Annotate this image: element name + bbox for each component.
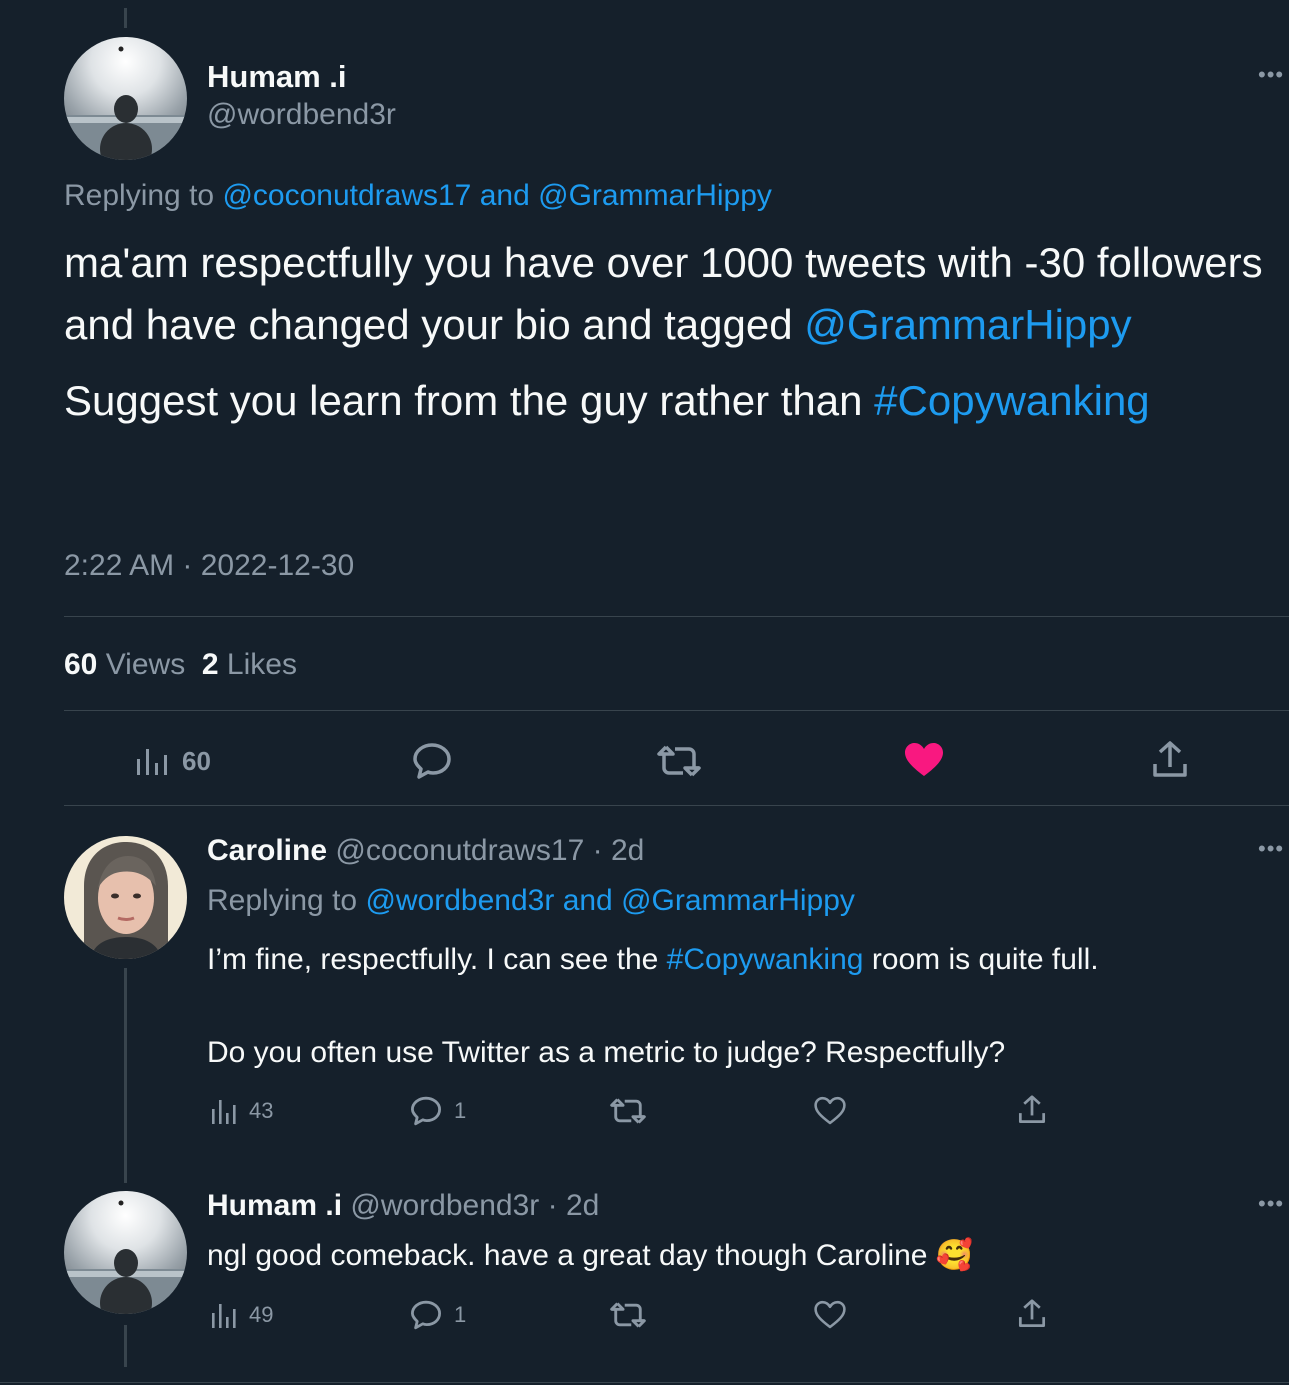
reply-button[interactable]: 1 [410, 1299, 466, 1331]
likes-label[interactable]: Likes [227, 648, 297, 681]
share-icon [1018, 1299, 1046, 1328]
reply-text: ngl good comeback. have a great day thou… [207, 1237, 973, 1275]
retweet-button[interactable] [610, 1300, 646, 1330]
author-handle[interactable]: @wordbend3r [207, 96, 396, 134]
tweet-timestamp[interactable]: 2:22 AM · 2022-12-30 [64, 546, 354, 586]
avatar-humam-image [64, 1191, 187, 1314]
tweet-stats: 60 Views 2 Likes [64, 645, 297, 685]
views-button[interactable]: 43 [211, 1097, 273, 1125]
replying-to: Replying to @wordbend3r and @GrammarHipp… [207, 882, 855, 920]
mention-link[interactable]: @GrammarHippy [804, 301, 1131, 348]
tweet-text: Suggest you learn from the guy rather th… [64, 377, 863, 424]
reply-text-after: room is quite full. [871, 943, 1099, 976]
replying-to: Replying to @coconutdraws17 and @Grammar… [64, 177, 772, 215]
share-icon [1153, 741, 1187, 777]
author-handle[interactable]: @coconutdraws17 [335, 834, 584, 867]
avatar-caroline[interactable] [64, 836, 187, 959]
share-button[interactable] [1018, 1298, 1046, 1330]
views-button[interactable]: 49 [211, 1301, 273, 1329]
replying-to-label: Replying to [64, 179, 215, 212]
likes-count[interactable]: 2 [202, 648, 219, 681]
heart-filled-icon [905, 743, 943, 776]
analytics-icon [137, 749, 167, 775]
mention-link[interactable]: @GrammarHippy [621, 884, 855, 917]
views-count: 43 [249, 1098, 274, 1123]
tweet-paragraph-2: Suggest you learn from the guy rather th… [64, 370, 1264, 432]
mention-link[interactable]: @coconutdraws17 [222, 179, 471, 212]
mention-link[interactable]: @wordbend3r [365, 884, 554, 917]
hashtag-link[interactable]: #Copywanking [874, 377, 1150, 424]
retweet-icon [657, 745, 701, 777]
smiling-face-with-hearts-emoji: 🥰 [935, 1239, 974, 1272]
reply-text-2: Do you often use Twitter as a metric to … [207, 1036, 1006, 1069]
thread-line-bottom [124, 1325, 127, 1367]
author-name[interactable]: Caroline [207, 834, 327, 867]
author-name[interactable]: Humam .i [207, 1189, 342, 1222]
share-button[interactable] [1018, 1094, 1046, 1126]
replying-to-label: Replying to [207, 884, 358, 917]
author-name[interactable]: Humam .i [207, 58, 396, 96]
share-button[interactable] [1152, 740, 1188, 780]
analytics-icon [212, 1100, 236, 1124]
tweet-age[interactable]: · 2d [593, 834, 645, 867]
mention-link[interactable]: @GrammarHippy [538, 179, 772, 212]
divider [64, 710, 1289, 711]
share-icon [1018, 1095, 1046, 1124]
views-count: 49 [249, 1302, 274, 1327]
retweet-icon [610, 1302, 646, 1328]
reply-text-body: ngl good comeback. have a great day thou… [207, 1239, 928, 1272]
replying-and: and [479, 179, 530, 212]
views-button[interactable]: 60 [136, 745, 211, 777]
reply-icon [411, 1096, 441, 1126]
reply-icon [413, 743, 451, 779]
like-button[interactable] [814, 1300, 846, 1330]
thread-line-top [124, 8, 127, 28]
reply-header: Humam .i @wordbend3r · 2d [207, 1187, 599, 1225]
divider [64, 616, 1289, 617]
thread-line-reply1 [124, 968, 127, 1183]
tweet-age[interactable]: · 2d [548, 1189, 600, 1222]
reply-button[interactable]: 1 [410, 1095, 466, 1127]
main-tweet-header: Humam .i @wordbend3r [207, 58, 396, 134]
views-count: 60 [182, 745, 211, 776]
like-button[interactable] [814, 1096, 846, 1126]
avatar-humam[interactable] [64, 37, 187, 160]
heart-icon [814, 1096, 846, 1125]
tweet-body: ma'am respectfully you have over 1000 tw… [64, 232, 1264, 432]
avatar-humam[interactable] [64, 1191, 187, 1314]
reply-count: 1 [454, 1302, 467, 1327]
replying-and: and [562, 884, 613, 917]
reply-header: Caroline @coconutdraws17 · 2d [207, 832, 644, 870]
reply-count: 1 [454, 1098, 467, 1123]
more-options-icon[interactable]: ••• [1258, 836, 1284, 862]
avatar-caroline-image [64, 836, 187, 959]
views-count: 60 [64, 648, 98, 681]
reply-button[interactable] [412, 741, 452, 781]
retweet-button[interactable] [657, 743, 701, 779]
more-options-icon[interactable]: ••• [1258, 62, 1284, 88]
tweet-paragraph-1: ma'am respectfully you have over 1000 tw… [64, 232, 1264, 356]
avatar-humam-image [64, 37, 187, 160]
divider [0, 1382, 1289, 1383]
analytics-icon [212, 1304, 236, 1328]
divider [64, 805, 1289, 806]
reply-text-before: I’m fine, respectfully. I can see the [207, 943, 659, 976]
like-button[interactable] [904, 742, 944, 778]
reply-icon [411, 1300, 441, 1330]
more-options-icon[interactable]: ••• [1258, 1191, 1284, 1217]
heart-icon [814, 1300, 846, 1329]
views-label: Views [105, 648, 186, 681]
author-handle[interactable]: @wordbend3r [350, 1189, 539, 1222]
retweet-icon [610, 1098, 646, 1124]
reply-text: I’m fine, respectfully. I can see the #C… [207, 941, 1099, 979]
hashtag-link[interactable]: #Copywanking [667, 943, 864, 976]
retweet-button[interactable] [610, 1096, 646, 1126]
